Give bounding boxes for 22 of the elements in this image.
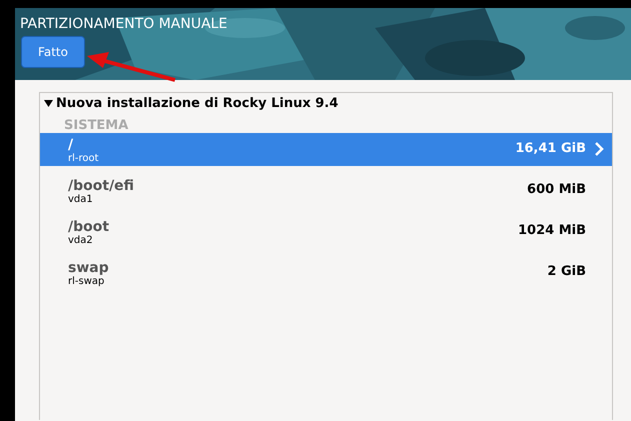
group-label: SISTEMA — [63, 117, 128, 133]
mount-point: /boot — [68, 219, 110, 235]
installation-title: Nuova installazione di Rocky Linux 9.4 — [56, 96, 338, 111]
size-label: 2 GiB — [547, 264, 586, 279]
mount-point-row[interactable]: swap rl-swap 2 GiB — [40, 256, 612, 289]
size-label: 16,41 GiB — [515, 141, 586, 156]
mount-point-row[interactable]: / rl-root 16,41 GiB — [40, 133, 612, 166]
chevron-icon — [594, 142, 604, 156]
device-name: vda2 — [68, 235, 93, 246]
mount-point-row[interactable]: /boot vda2 1024 MiB — [40, 215, 612, 248]
size-label: 600 MiB — [527, 182, 586, 197]
mount-point: /boot/efi — [68, 178, 134, 194]
mount-point: / — [68, 137, 74, 153]
device-name: vda1 — [68, 194, 93, 205]
device-name: rl-swap — [68, 276, 104, 287]
size-label: 1024 MiB — [518, 223, 586, 238]
spoke-title: PARTIZIONAMENTO MANUALE — [19, 15, 228, 32]
device-name: rl-root — [68, 153, 99, 164]
expander-icon[interactable] — [44, 100, 53, 107]
done-button[interactable]: Fatto — [21, 36, 85, 68]
mount-point-row[interactable]: /boot/efi vda1 600 MiB — [40, 174, 612, 207]
mount-point: swap — [68, 260, 109, 276]
